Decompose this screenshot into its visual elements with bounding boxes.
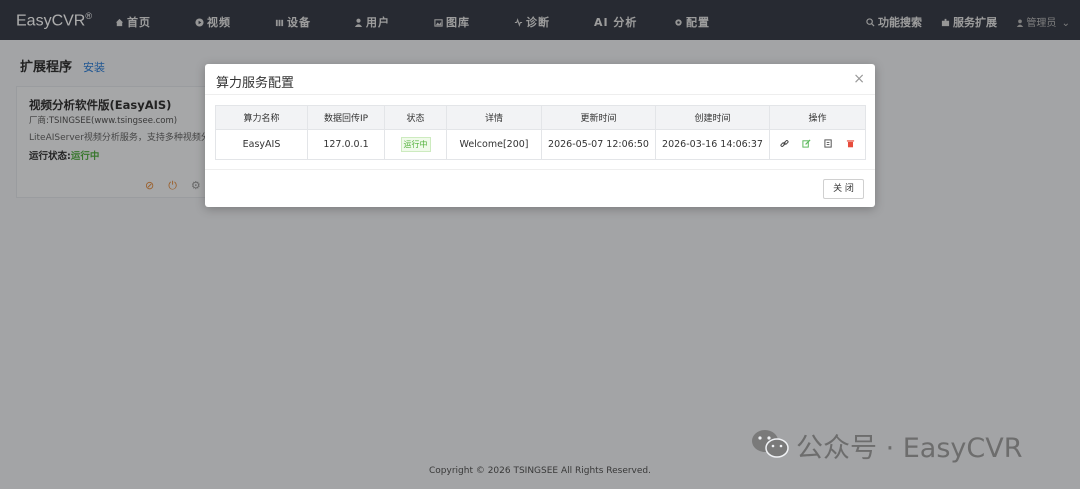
edit-icon[interactable] [802,138,811,151]
watermark: 公众号 · EasyCVR [750,426,1022,465]
link-icon[interactable] [780,139,789,151]
delete-icon[interactable] [846,139,855,151]
cell-actions [769,129,866,160]
divider [205,94,875,95]
column-header: 详情 [446,105,542,130]
cell-ip: 127.0.0.1 [307,129,385,160]
cell-updated: 2026-05-07 12:06:50 [541,129,656,160]
cell-created: 2026-03-16 14:06:37 [655,129,770,160]
cell-detail: Welcome[200] [446,129,542,160]
table-row: EasyAIS 127.0.0.1 运行中 Welcome[200] 2026-… [215,129,866,160]
dialog-title: 算力服务配置 [216,76,295,91]
compute-table: 算力名称 数据回传IP 状态 详情 更新时间 创建时间 操作 EasyAIS 1… [215,105,866,160]
wechat-icon [752,430,789,458]
close-icon[interactable]: × [853,71,865,87]
close-button[interactable]: 关 闭 [823,179,864,199]
column-header: 算力名称 [215,105,308,130]
divider [205,169,875,170]
column-header: 更新时间 [541,105,656,130]
column-header: 操作 [769,105,866,130]
column-header: 创建时间 [655,105,770,130]
document-icon[interactable] [824,138,833,151]
cell-status: 运行中 [384,129,447,160]
compute-service-dialog: 算力服务配置 × 算力名称 数据回传IP 状态 详情 更新时间 创建时间 操作 … [205,64,875,207]
column-header: 数据回传IP [307,105,385,130]
table-header: 算力名称 数据回传IP 状态 详情 更新时间 创建时间 操作 [215,105,866,130]
cell-name: EasyAIS [215,129,308,160]
status-badge: 运行中 [400,137,431,152]
column-header: 状态 [384,105,447,130]
